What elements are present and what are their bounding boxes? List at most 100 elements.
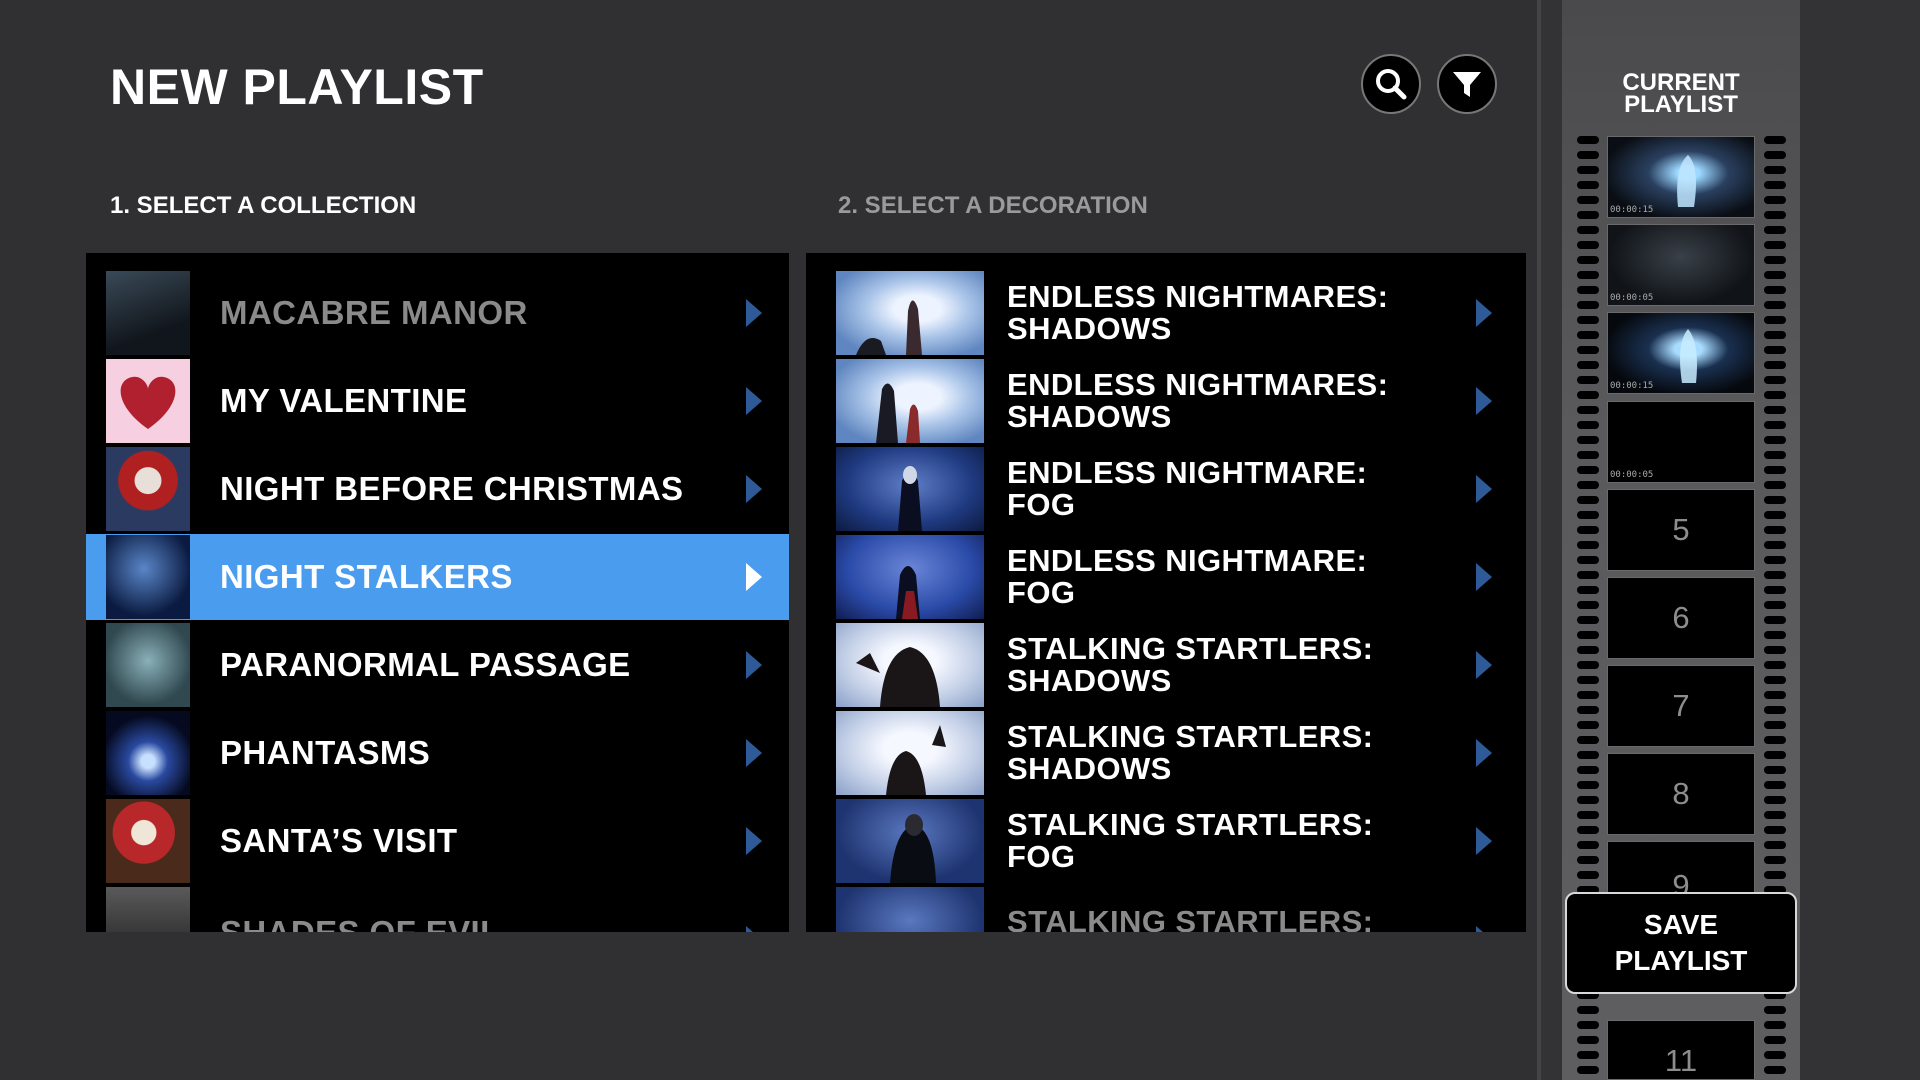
playlist-slot-6[interactable]: 6 [1607, 577, 1755, 659]
filmstrip-perforation [1577, 346, 1599, 354]
chevron-right-icon [1476, 387, 1492, 415]
filmstrip-perforation [1764, 616, 1786, 624]
playlist-slot-7[interactable]: 7 [1607, 665, 1755, 747]
chevron-right-icon [1476, 827, 1492, 855]
collection-item-my-valentine[interactable]: MY VALENTINE [86, 358, 789, 444]
playlist-frame-2[interactable]: 00:00:05 [1607, 224, 1755, 306]
filmstrip-perforation [1577, 286, 1599, 294]
filmstrip-perforation [1764, 541, 1786, 549]
save-playlist-button[interactable]: SAVE PLAYLIST [1565, 892, 1797, 994]
playlist-slot-11[interactable]: 11 [1607, 1020, 1755, 1080]
decoration-item[interactable]: STALKING STARTLERS: SHADOWS [806, 710, 1526, 796]
collection-item-santas-visit[interactable]: SANTA’S VISIT [86, 798, 789, 884]
filmstrip-perforation [1764, 406, 1786, 414]
filmstrip-perforation [1764, 826, 1786, 834]
decoration-label: STALKING STARTLERS: SHADOWS [1007, 719, 1374, 786]
filmstrip-perforation [1577, 751, 1599, 759]
decoration-item[interactable]: STALKING STARTLERS: SHADOWS [806, 622, 1526, 708]
filmstrip-perforation [1764, 751, 1786, 759]
filmstrip-perforation [1764, 1006, 1786, 1014]
chevron-right-icon [1476, 299, 1492, 327]
decoration-item[interactable]: ENDLESS NIGHTMARES: SHADOWS [806, 358, 1526, 444]
main-area: NEW PLAYLIST 1. SELECT A COLLECTION 2. S… [0, 0, 1537, 1080]
filmstrip-perforation [1764, 286, 1786, 294]
filmstrip-perforation [1577, 601, 1599, 609]
playlist-frame-1[interactable]: 00:00:15 [1607, 136, 1755, 218]
filmstrip-perforation [1764, 661, 1786, 669]
chevron-right-icon [1476, 739, 1492, 767]
decoration-item[interactable]: STALKING STARTLERS: FOG [806, 798, 1526, 884]
collection-thumbnail [106, 359, 190, 443]
step-select-collection: 1. SELECT A COLLECTION [110, 192, 417, 219]
filmstrip-perforation [1764, 571, 1786, 579]
filter-button[interactable] [1437, 54, 1497, 114]
decoration-thumbnail [836, 535, 984, 619]
decoration-label: ENDLESS NIGHTMARE: FOG [1007, 455, 1368, 522]
filmstrip-perforation [1577, 451, 1599, 459]
filmstrip-perforation [1764, 181, 1786, 189]
filmstrip-perforation [1577, 526, 1599, 534]
filmstrip-perforation [1577, 181, 1599, 189]
filmstrip-perforation [1764, 421, 1786, 429]
filmstrip-perforation [1764, 601, 1786, 609]
page-title: NEW PLAYLIST [110, 59, 484, 115]
filmstrip-perforation [1577, 736, 1599, 744]
collection-item-paranormal-passage[interactable]: PARANORMAL PASSAGE [86, 622, 789, 708]
collection-item-shades-of-evil[interactable]: SHADES OF EVIL [86, 886, 789, 932]
filmstrip-perforation [1577, 1021, 1599, 1029]
filmstrip-perforation [1577, 361, 1599, 369]
decoration-list: ENDLESS NIGHTMARES: SHADOWS ENDLESS NIGH… [806, 253, 1526, 932]
decoration-label: STALKING STARTLERS: [1007, 904, 1374, 933]
playlist-slot-5[interactable]: 5 [1607, 489, 1755, 571]
chevron-right-icon [746, 739, 762, 767]
decoration-item[interactable]: STALKING STARTLERS: [806, 886, 1526, 932]
filmstrip-perforation [1764, 526, 1786, 534]
collection-thumbnail [106, 623, 190, 707]
collection-label: MACABRE MANOR [220, 294, 528, 331]
filmstrip-perforation [1764, 556, 1786, 564]
filmstrip-perforation [1764, 721, 1786, 729]
decoration-item[interactable]: ENDLESS NIGHTMARE: FOG [806, 534, 1526, 620]
filmstrip-perforation [1577, 166, 1599, 174]
filmstrip-perforation [1577, 766, 1599, 774]
frame-timestamp: 00:00:15 [1610, 381, 1654, 391]
decoration-thumbnail [836, 711, 984, 795]
playlist-slot-8[interactable]: 8 [1607, 753, 1755, 835]
collection-label: NIGHT STALKERS [220, 558, 513, 595]
collection-thumbnail [106, 447, 190, 531]
collection-label: PARANORMAL PASSAGE [220, 646, 631, 683]
filmstrip-perforation [1764, 646, 1786, 654]
filmstrip-perforation [1577, 571, 1599, 579]
decoration-item[interactable]: ENDLESS NIGHTMARE: FOG [806, 446, 1526, 532]
filmstrip-perforation [1764, 391, 1786, 399]
playlist-frame-4[interactable]: 00:00:05 [1607, 401, 1755, 483]
filmstrip-perforation [1764, 271, 1786, 279]
filmstrip-perforation [1577, 781, 1599, 789]
collection-item-macabre-manor[interactable]: MACABRE MANOR [86, 270, 789, 356]
collection-item-night-before-christmas[interactable]: NIGHT BEFORE CHRISTMAS [86, 446, 789, 532]
step-select-decoration: 2. SELECT A DECORATION [838, 192, 1148, 219]
chevron-right-icon [1476, 563, 1492, 591]
playlist-frame-3[interactable]: 00:00:15 [1607, 312, 1755, 394]
filmstrip-perforation [1577, 706, 1599, 714]
filmstrip-perforation [1577, 406, 1599, 414]
chevron-right-icon [746, 827, 762, 855]
filmstrip-perforation [1764, 466, 1786, 474]
collection-thumbnail [106, 799, 190, 883]
search-button[interactable] [1361, 54, 1421, 114]
slot-number: 11 [1664, 1043, 1698, 1078]
filmstrip-perforation [1764, 856, 1786, 864]
collection-item-night-stalkers[interactable]: NIGHT STALKERS [86, 534, 789, 620]
filmstrip-perforation [1764, 706, 1786, 714]
filmstrip-perforation [1764, 796, 1786, 804]
slot-number: 7 [1672, 688, 1690, 723]
filmstrip-perforation [1577, 331, 1599, 339]
decoration-item[interactable]: ENDLESS NIGHTMARES: SHADOWS [806, 270, 1526, 356]
filmstrip-perforation [1764, 871, 1786, 879]
filter-icon [1453, 72, 1481, 97]
filmstrip-perforation [1764, 316, 1786, 324]
frame-timestamp: 00:00:15 [1610, 205, 1654, 215]
filmstrip-perforation [1577, 811, 1599, 819]
collection-item-phantasms[interactable]: PHANTASMS [86, 710, 789, 796]
collection-label: NIGHT BEFORE CHRISTMAS [220, 470, 684, 507]
